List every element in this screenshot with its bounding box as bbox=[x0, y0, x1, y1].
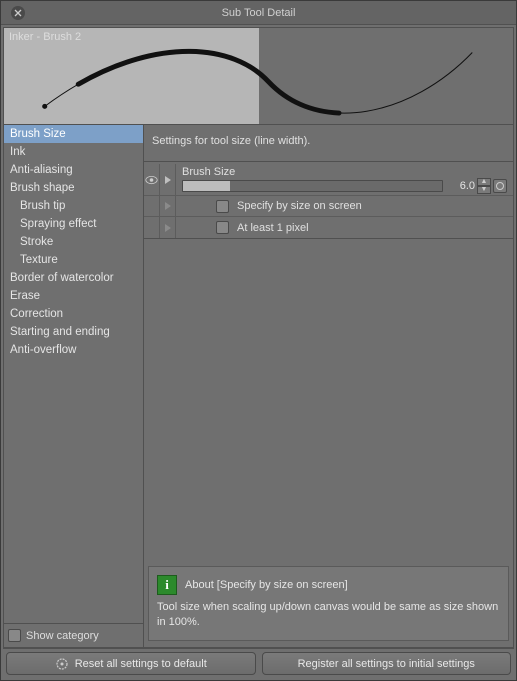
bottom-bar: Reset all settings to default Register a… bbox=[3, 648, 514, 678]
show-category-checkbox[interactable] bbox=[8, 629, 21, 642]
category-ink[interactable]: Ink bbox=[4, 143, 143, 161]
settings-description: Settings for tool size (line width). bbox=[144, 125, 513, 161]
prop-brush-size-body: Brush Size 6.0 ▲ ▼ bbox=[176, 164, 513, 196]
window-title: Sub Tool Detail bbox=[1, 7, 516, 19]
eye-icon bbox=[145, 175, 158, 185]
at-least-1px-label: At least 1 pixel bbox=[237, 222, 309, 234]
triangle-right-icon bbox=[165, 202, 171, 210]
category-sidebar: Brush Size Ink Anti-aliasing Brush shape… bbox=[4, 125, 144, 647]
sidebar-footer: Show category bbox=[4, 623, 143, 647]
at-least-1px-checkbox[interactable] bbox=[216, 221, 229, 234]
stroke-preview: Inker - Brush 2 bbox=[3, 27, 514, 125]
brush-size-dynamics-button[interactable] bbox=[493, 179, 507, 193]
brush-size-stepper: ▲ ▼ bbox=[477, 178, 491, 194]
specify-by-size-checkbox[interactable] bbox=[216, 200, 229, 213]
brush-size-control: 6.0 ▲ ▼ bbox=[182, 178, 507, 194]
register-all-label: Register all settings to initial setting… bbox=[298, 658, 475, 670]
triangle-right-icon bbox=[165, 176, 171, 184]
category-brush-shape[interactable]: Brush shape bbox=[4, 179, 143, 197]
mid-row: Brush Size Ink Anti-aliasing Brush shape… bbox=[3, 125, 514, 648]
register-all-button[interactable]: Register all settings to initial setting… bbox=[262, 652, 512, 675]
visibility-toggle-empty[interactable] bbox=[144, 196, 160, 216]
settings-panel: Settings for tool size (line width). Bru… bbox=[144, 125, 513, 647]
info-header: i About [Specify by size on screen] bbox=[157, 575, 500, 595]
expand-toggle-2[interactable] bbox=[160, 196, 176, 216]
content: Inker - Brush 2 Brush Size Ink Anti-alia… bbox=[1, 25, 516, 680]
spacer bbox=[144, 239, 513, 548]
expand-toggle[interactable] bbox=[160, 164, 176, 195]
brush-size-value[interactable]: 6.0 bbox=[447, 180, 475, 192]
category-anti-aliasing[interactable]: Anti-aliasing bbox=[4, 161, 143, 179]
category-brush-tip[interactable]: Brush tip bbox=[4, 197, 143, 215]
info-body: Tool size when scaling up/down canvas wo… bbox=[157, 600, 500, 630]
info-panel: i About [Specify by size on screen] Tool… bbox=[148, 566, 509, 641]
brush-size-slider[interactable] bbox=[182, 180, 443, 192]
stepper-up[interactable]: ▲ bbox=[477, 178, 491, 186]
category-erase[interactable]: Erase bbox=[4, 287, 143, 305]
brush-size-slider-fill bbox=[183, 181, 230, 191]
category-stroke[interactable]: Stroke bbox=[4, 233, 143, 251]
visibility-toggle-empty-2[interactable] bbox=[144, 217, 160, 238]
prop-specify-body: Specify by size on screen bbox=[176, 200, 513, 213]
prop-brush-size-row: Brush Size 6.0 ▲ ▼ bbox=[144, 162, 513, 196]
prop-at-least-body: At least 1 pixel bbox=[176, 221, 513, 234]
category-anti-overflow[interactable]: Anti-overflow bbox=[4, 341, 143, 359]
show-category-label: Show category bbox=[26, 630, 99, 642]
stepper-down[interactable]: ▼ bbox=[477, 186, 491, 194]
category-spraying-effect[interactable]: Spraying effect bbox=[4, 215, 143, 233]
sub-tool-detail-window: Sub Tool Detail Inker - Brush 2 Brush Si… bbox=[0, 0, 517, 681]
brush-size-label: Brush Size bbox=[182, 166, 507, 178]
tool-name-label: Inker - Brush 2 bbox=[9, 31, 81, 43]
reset-all-label: Reset all settings to default bbox=[75, 658, 207, 670]
triangle-right-icon bbox=[165, 224, 171, 232]
close-button[interactable] bbox=[11, 6, 25, 20]
category-starting-ending[interactable]: Starting and ending bbox=[4, 323, 143, 341]
visibility-toggle[interactable] bbox=[144, 164, 160, 195]
reset-all-button[interactable]: Reset all settings to default bbox=[6, 652, 256, 675]
expand-toggle-3[interactable] bbox=[160, 217, 176, 238]
category-border-watercolor[interactable]: Border of watercolor bbox=[4, 269, 143, 287]
category-correction[interactable]: Correction bbox=[4, 305, 143, 323]
category-list: Brush Size Ink Anti-aliasing Brush shape… bbox=[4, 125, 143, 623]
category-brush-size[interactable]: Brush Size bbox=[4, 125, 143, 143]
info-title: About [Specify by size on screen] bbox=[185, 579, 348, 591]
info-icon: i bbox=[157, 575, 177, 595]
titlebar: Sub Tool Detail bbox=[1, 1, 516, 25]
property-list: Brush Size 6.0 ▲ ▼ bbox=[144, 161, 513, 239]
specify-by-size-label: Specify by size on screen bbox=[237, 200, 362, 212]
dynamics-icon bbox=[495, 181, 505, 191]
category-texture[interactable]: Texture bbox=[4, 251, 143, 269]
prop-at-least-1px-row: At least 1 pixel bbox=[144, 217, 513, 238]
close-icon bbox=[14, 9, 22, 17]
gear-icon bbox=[55, 657, 69, 671]
prop-specify-by-size-row: Specify by size on screen bbox=[144, 196, 513, 217]
